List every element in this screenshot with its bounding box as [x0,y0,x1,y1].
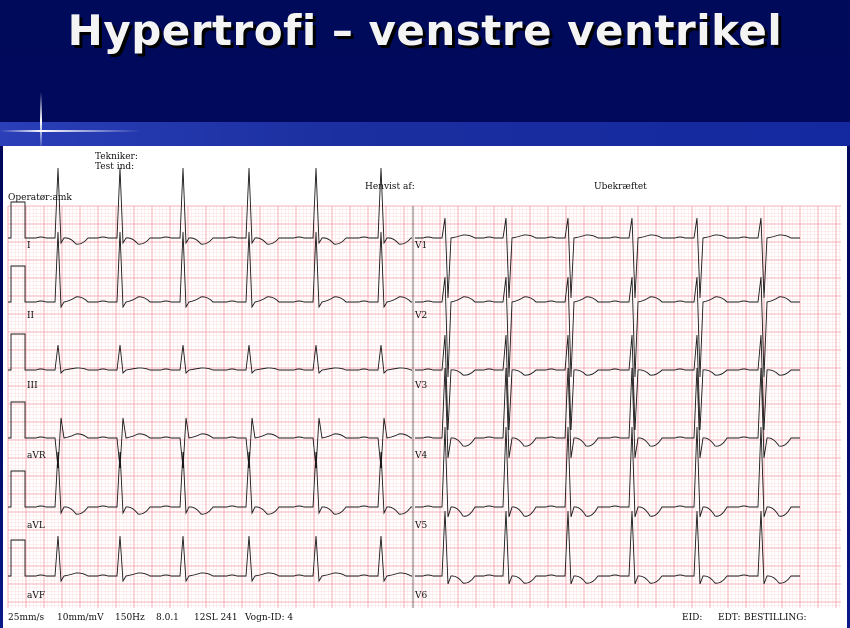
slide-title: Hypertrofi – venstre ventrikel [67,6,783,55]
lead-label-aVL: aVL [27,521,45,531]
filter: 150Hz [115,613,145,623]
lead-label-aVF: aVF [27,591,46,601]
cart-id: Vogn-ID: 4 [245,613,294,623]
lead-label-aVR: aVR [27,451,46,461]
lead-label-V2: V2 [415,311,428,321]
paper-speed: 25mm/s [8,613,45,623]
lead-label-I: I [27,241,31,251]
unconfirmed-label: Ubekræftet [594,182,647,192]
sparkle-decoration-vertical [40,92,42,150]
eid-label: EID: [682,613,703,623]
edt-label: EDT: [718,613,741,623]
ecg-major-grid [7,205,841,608]
software-version: 8.0.1 [156,613,179,623]
lead-label-V4: V4 [415,451,428,461]
operator-label: Operatør:amk [8,193,72,203]
lead-label-V3: V3 [415,381,428,391]
referred-by-label: Henvist af: [365,182,415,192]
test-ind-label: Test ind: [95,162,135,172]
technician-label: Tekniker: [95,152,138,162]
lead-label-V6: V6 [415,591,428,601]
lead-label-V5: V5 [415,521,428,531]
lead-label-V1: V1 [415,241,428,251]
title-band [0,122,850,146]
device-model: 12SL 241 [194,613,238,623]
lead-label-II: II [27,311,35,321]
sparkle-decoration [0,130,140,132]
gain: 10mm/mV [57,613,104,623]
lead-label-III: III [27,381,38,391]
order-label: BESTILLING: [744,613,807,623]
